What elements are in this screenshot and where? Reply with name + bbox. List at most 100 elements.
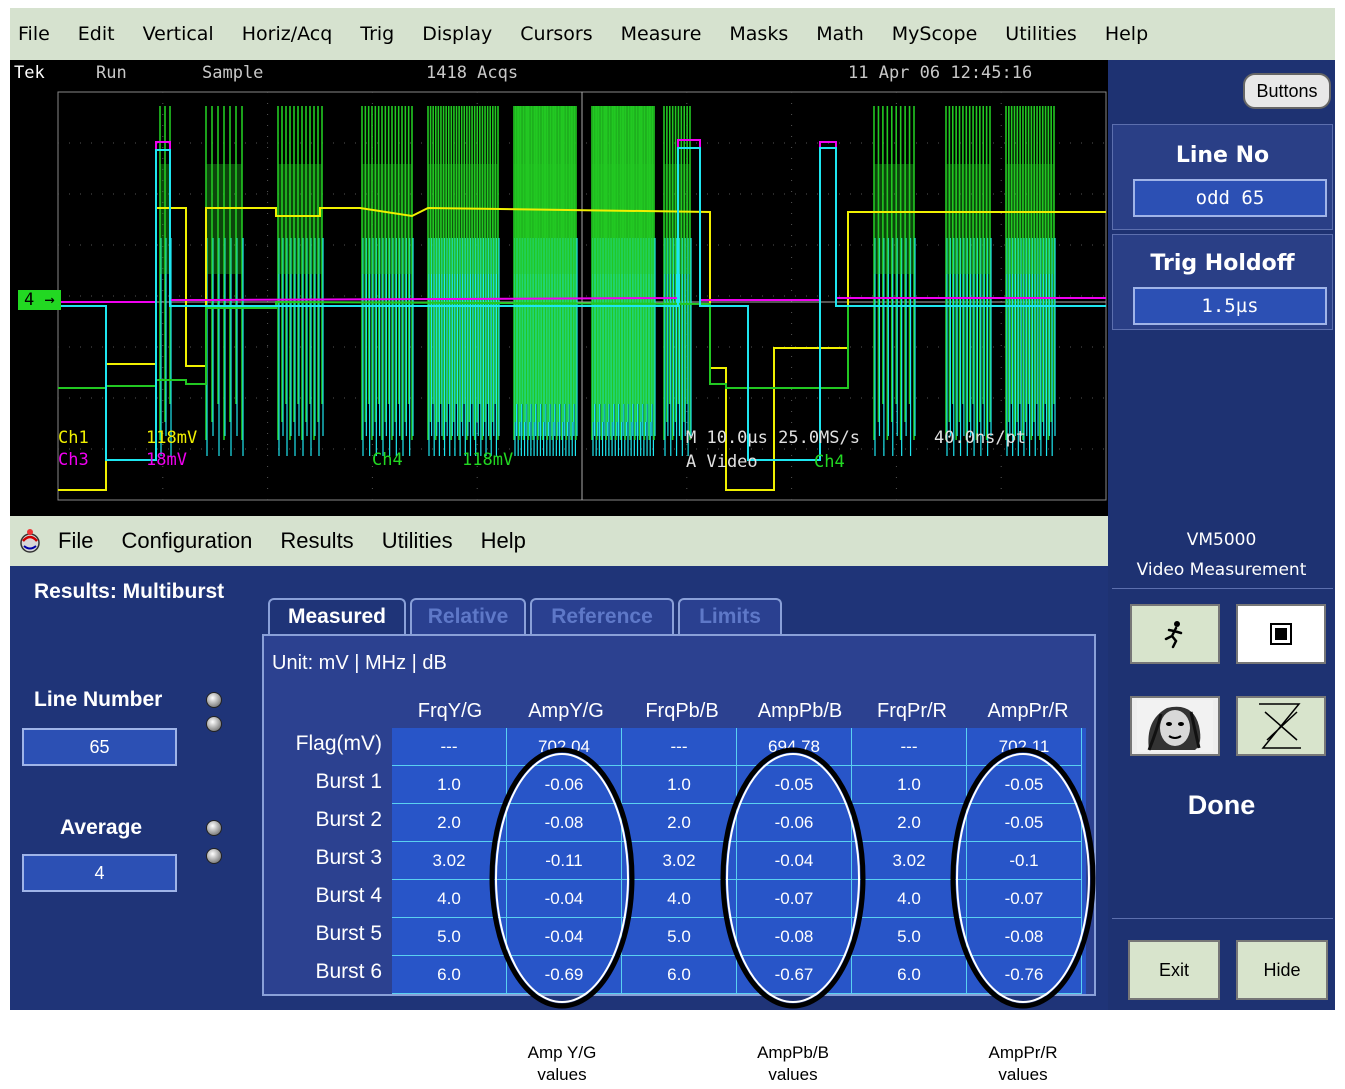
timebase-readout: M 10.0µs 25.0MS/s [686, 428, 860, 448]
vm-divider-bottom [1112, 918, 1333, 919]
table-cell: -0.08 [507, 804, 622, 842]
vm-divider [1112, 588, 1333, 589]
table-cell: -0.07 [967, 880, 1082, 918]
line-no-value[interactable]: odd 65 [1133, 179, 1327, 217]
burst-fill [1006, 164, 1054, 274]
stop-button[interactable] [1236, 604, 1326, 664]
menu-vertical[interactable]: Vertical [143, 23, 214, 45]
menu-trig[interactable]: Trig [360, 23, 394, 45]
table-cell: 1.0 [852, 766, 967, 804]
app-menu-results[interactable]: Results [280, 528, 353, 554]
table-cell: 4.0 [852, 880, 967, 918]
run-state: Run [96, 63, 127, 83]
app-menu-file[interactable]: File [58, 528, 93, 554]
col-header-frqpbb: FrqPb/B [645, 700, 719, 722]
table-cell: -0.04 [507, 918, 622, 956]
tab-measured[interactable]: Measured [268, 598, 406, 634]
ch3-scale: 18mV [146, 450, 187, 470]
measured-results-pane: Unit: mV | MHz | dB FrqY/G AmpY/G FrqPb/… [262, 634, 1096, 996]
menu-horiz-acq[interactable]: Horiz/Acq [242, 23, 333, 45]
menu-masks[interactable]: Masks [729, 23, 788, 45]
menu-measure[interactable]: Measure [621, 23, 702, 45]
resolution-readout: 40.0ns/pt [934, 428, 1027, 448]
waveform-display[interactable]: 4 → Ch1 118mV Ch3 18mV Ch4 118mV M 10.0µ… [10, 88, 1108, 516]
menu-myscope[interactable]: MyScope [892, 23, 978, 45]
tab-relative[interactable]: Relative [410, 598, 526, 634]
table-cell: -0.69 [507, 956, 622, 994]
table-cell: -0.1 [967, 842, 1082, 880]
hide-button[interactable]: Hide [1236, 940, 1328, 1000]
menu-cursors[interactable]: Cursors [520, 23, 592, 45]
table-cell: -0.11 [507, 842, 622, 880]
average-knob-up[interactable] [206, 820, 222, 836]
menu-file[interactable]: File [18, 23, 50, 45]
row-header: Burst 5 [315, 922, 382, 945]
app-menu-configuration[interactable]: Configuration [121, 528, 252, 554]
run-button[interactable] [1130, 604, 1220, 664]
line-no-box: Line No odd 65 [1112, 124, 1333, 230]
scope-status-bar: Tek Run Sample 1418 Acqs 11 Apr 06 12:45… [10, 60, 1108, 88]
waveform-button[interactable] [1236, 696, 1326, 756]
menu-math[interactable]: Math [816, 23, 864, 45]
table-cell: 702.04 [507, 728, 622, 766]
row-header: Burst 3 [315, 846, 382, 869]
row-header: Flag(mV) [295, 732, 382, 755]
acq-mode: Sample [202, 63, 264, 83]
line-number-knob-up[interactable] [206, 692, 222, 708]
stop-icon [1270, 623, 1292, 645]
scope-menu-bar: File Edit Vertical Horiz/Acq Trig Displa… [10, 8, 1335, 60]
average-knob-down[interactable] [206, 848, 222, 864]
ch4-ground-marker: 4 → [18, 290, 61, 310]
row-header: Burst 4 [315, 884, 382, 907]
burst-fill [160, 164, 170, 274]
table-cell: 5.0 [392, 918, 507, 956]
app-menu-utilities[interactable]: Utilities [382, 528, 453, 554]
burst-fill [946, 164, 990, 274]
menu-utilities[interactable]: Utilities [1005, 23, 1077, 45]
table-cell: -0.04 [507, 880, 622, 918]
results-title: Results: Multiburst [34, 580, 225, 603]
buttons-button[interactable]: Buttons [1243, 73, 1331, 109]
col-header-frqyg: FrqY/G [417, 700, 483, 722]
tab-reference[interactable]: Reference [530, 598, 674, 634]
trigger-source: Ch4 [814, 452, 845, 472]
picture-button[interactable] [1130, 696, 1220, 756]
table-cell: 3.02 [852, 842, 967, 880]
menu-help[interactable]: Help [1105, 23, 1148, 45]
results-window: Results: Multiburst Line Number 65 Avera… [10, 566, 1108, 1010]
tab-limits[interactable]: Limits [678, 598, 782, 634]
table-cell: 5.0 [622, 918, 737, 956]
col-header-ampyg: AmpY/G [528, 700, 604, 722]
average-field[interactable]: 4 [22, 854, 177, 892]
table-cell: 6.0 [852, 956, 967, 994]
row-header: Burst 6 [315, 960, 382, 983]
table-cell: 1.0 [622, 766, 737, 804]
line-number-knob-down[interactable] [206, 716, 222, 732]
table-cell: 4.0 [392, 880, 507, 918]
table-cell: -0.08 [967, 918, 1082, 956]
burst-fill [362, 164, 412, 274]
exit-button[interactable]: Exit [1128, 940, 1220, 1000]
menu-edit[interactable]: Edit [78, 23, 115, 45]
table-cell: 3.02 [622, 842, 737, 880]
trig-holdoff-value[interactable]: 1.5µs [1133, 287, 1327, 325]
app-menu-help[interactable]: Help [481, 528, 526, 554]
ch1-scale: 118mV [146, 428, 198, 448]
table-cell: 2.0 [622, 804, 737, 842]
table-cell: 2.0 [852, 804, 967, 842]
table-cell: -0.06 [507, 766, 622, 804]
table-cell: --- [622, 728, 737, 766]
table-cell: -0.67 [737, 956, 852, 994]
line-no-title: Line No [1175, 143, 1270, 168]
vm5000-title: VM5000 [1186, 530, 1257, 550]
annotation-amp-yg: Amp Y/G values [527, 1043, 597, 1084]
table-cell: -0.07 [737, 880, 852, 918]
table-cell: 694.78 [737, 728, 852, 766]
table-cell: 6.0 [392, 956, 507, 994]
acq-count: 1418 Acqs [426, 63, 519, 83]
annotation-amp-prr: AmpPr/R values [988, 1043, 1058, 1084]
table-cell: -0.04 [737, 842, 852, 880]
line-number-field[interactable]: 65 [22, 728, 177, 766]
menu-display[interactable]: Display [422, 23, 492, 45]
app-icon [20, 529, 40, 553]
